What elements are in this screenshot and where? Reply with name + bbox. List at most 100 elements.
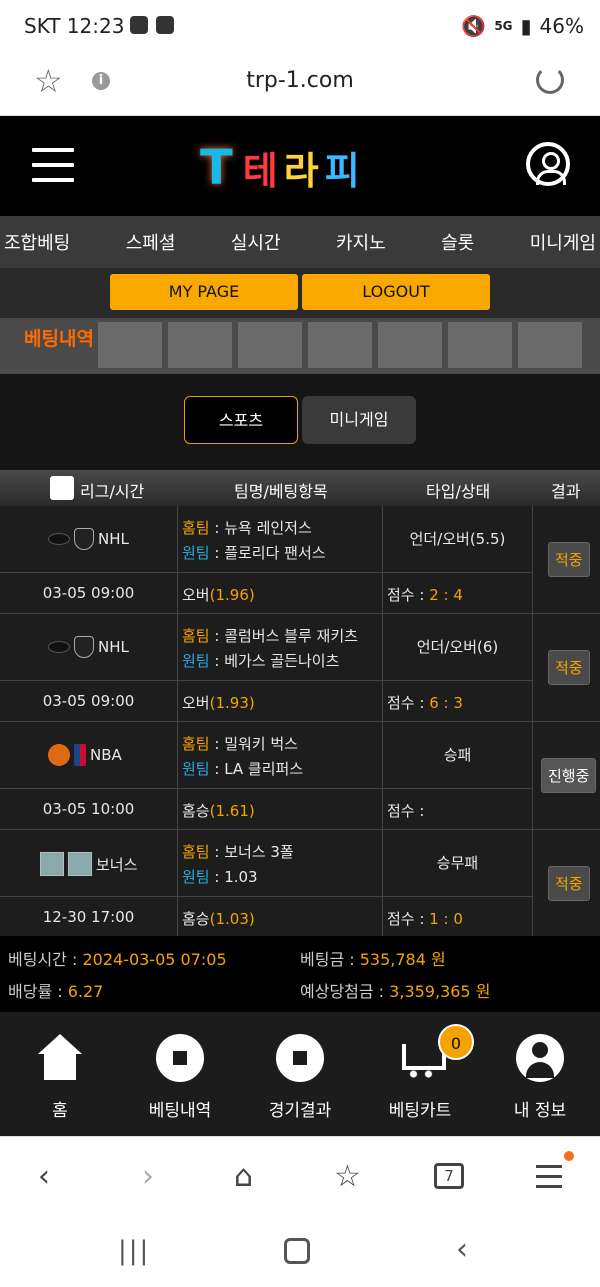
bet-pick: 오버 [182, 694, 210, 712]
tabs-icon[interactable]: 7 [434, 1163, 464, 1189]
nav-item-slot[interactable]: 슬롯 [441, 229, 474, 255]
header-team-bet: 팀명/베팅항목 [234, 482, 328, 501]
system-back-icon[interactable]: ‹ [456, 1232, 468, 1267]
back-icon[interactable]: ‹ [38, 1159, 50, 1194]
select-all-checkbox[interactable] [50, 476, 74, 500]
bet-type: 언더/오버(6) [416, 638, 499, 656]
game-time: 12-30 17:00 [42, 908, 135, 926]
browser-toolbar: ‹ › ⌂ ☆ 7 [0, 1136, 600, 1216]
mypage-button[interactable]: MY PAGE [110, 274, 298, 310]
result-badge: 적중 [548, 650, 590, 685]
score-value: 2 : 4 [429, 586, 463, 604]
notification-icons [130, 16, 174, 34]
soccer-ball-icon [156, 1034, 204, 1082]
bottom-nav-history[interactable]: 베팅내역 [120, 1026, 240, 1121]
cart-count-badge: 0 [438, 1024, 474, 1060]
bet-type: 승패 [443, 746, 472, 764]
bet-time-label: 베팅시간 : [8, 950, 78, 969]
nav-item-minigame[interactable]: 미니게임 [530, 229, 596, 255]
bottom-nav-myinfo-label: 내 정보 [513, 1101, 567, 1121]
logout-button[interactable]: LOGOUT [302, 274, 490, 310]
tabs-area: 스포츠 미니게임 [0, 374, 600, 470]
bookmarks-icon[interactable]: ☆ [334, 1159, 361, 1194]
bottom-nav-myinfo[interactable]: 내 정보 [480, 1026, 600, 1121]
site-logo[interactable]: T 테라피 [200, 140, 366, 195]
odds-label: 배당률 : [8, 982, 63, 1001]
recent-apps-icon[interactable]: ||| [118, 1236, 150, 1266]
bottom-nav-home-label: 홈 [52, 1101, 68, 1121]
notification-dot-icon [564, 1151, 574, 1161]
reload-icon[interactable] [536, 66, 564, 94]
hamburger-menu-icon[interactable] [32, 148, 74, 182]
nav-item-live[interactable]: 실시간 [231, 229, 281, 255]
forward-icon[interactable]: › [142, 1159, 154, 1194]
network-label: 5G [494, 19, 513, 33]
basketball-icon [48, 744, 70, 766]
bottom-nav-results[interactable]: 경기결과 [240, 1026, 360, 1121]
tab-sports[interactable]: 스포츠 [184, 396, 298, 444]
league-name: NHL [98, 638, 129, 656]
signal-icon: ▮ [520, 14, 532, 38]
bottom-nav: 홈 베팅내역 경기결과 베팅카트 내 정보 [0, 1012, 600, 1136]
away-team: 베가스 골든나이츠 [224, 652, 340, 670]
hockey-puck-icon [48, 641, 70, 653]
away-label: 원팀 [182, 652, 210, 670]
game-time: 03-05 09:00 [42, 692, 135, 710]
bet-odds: (1.03) [209, 910, 255, 928]
bet-amount-value: 535,784 원 [359, 950, 446, 969]
bet-odds: (1.61) [209, 802, 255, 820]
bet-pick: 홈승 [182, 910, 210, 928]
nav-item-special[interactable]: 스페셜 [126, 229, 176, 255]
bet-amount-label: 베팅금 : [300, 950, 355, 969]
home-label: 홈팀 [182, 735, 210, 753]
nhl-logo-icon [74, 636, 94, 658]
bet-odds: (1.96) [209, 586, 255, 604]
home-label: 홈팀 [182, 519, 210, 537]
table-row: NBA 03-05 10:00 홈팀 : 밀워키 벅스 원팀 : LA 클리퍼스… [0, 722, 600, 830]
score-label: 점수 : [387, 586, 425, 604]
browser-url-bar: ☆ i trp-1.com [0, 52, 600, 116]
home-team: 보너스 3폴 [224, 843, 294, 861]
table-row: NHL 03-05 09:00 홈팀 : 콜럼버스 블루 재키츠 원팀 : 베가… [0, 614, 600, 722]
game-time: 03-05 09:00 [42, 584, 135, 602]
away-team: 플로리다 팬서스 [224, 544, 326, 562]
nhl-logo-icon [74, 528, 94, 550]
broken-image-icon [40, 852, 64, 876]
page-title: 베팅내역 [24, 328, 94, 350]
home-team: 콜럼버스 블루 재키츠 [224, 627, 358, 645]
system-home-icon[interactable] [284, 1238, 310, 1264]
away-label: 원팀 [182, 544, 210, 562]
expected-label: 예상당첨금 : [300, 982, 385, 1001]
game-time: 03-05 10:00 [42, 800, 135, 818]
account-buttons: MY PAGE LOGOUT [0, 268, 600, 318]
bottom-nav-history-label: 베팅내역 [148, 1101, 212, 1121]
expected-value: 3,359,365 원 [389, 982, 491, 1001]
nav-item-casino[interactable]: 카지노 [336, 229, 386, 255]
tab-minigame[interactable]: 미니게임 [302, 396, 416, 444]
bet-summary: 베팅시간 : 2024-03-05 07:05 베팅금 : 535,784 원 … [0, 936, 600, 1012]
bottom-nav-home[interactable]: 홈 [0, 1026, 120, 1121]
bet-time-value: 2024-03-05 07:05 [82, 950, 227, 969]
system-nav: ||| ‹ [0, 1216, 600, 1287]
status-bar: SKT 12:23 🔇 5G ▮ 46% [0, 0, 600, 52]
broken-image-icon [68, 852, 92, 876]
home-browser-icon[interactable]: ⌂ [234, 1159, 253, 1194]
battery-label: 46% [539, 14, 584, 38]
logo-text: 테라피 [242, 149, 366, 193]
talk-icon [130, 16, 148, 34]
soccer-ball-icon [276, 1034, 324, 1082]
nav-item-combo[interactable]: 조합베팅 [4, 229, 70, 255]
result-badge: 적중 [548, 866, 590, 901]
bet-pick: 오버 [182, 586, 210, 604]
site-header: T 테라피 [0, 116, 600, 216]
user-account-icon[interactable] [526, 142, 570, 186]
url-text[interactable]: trp-1.com [0, 68, 600, 93]
person-icon [516, 1034, 564, 1082]
cart-icon [396, 1034, 446, 1082]
home-team: 뉴욕 레인저스 [224, 519, 312, 537]
odds-value: 6.27 [67, 982, 104, 1001]
table-header: 리그/시간 팀명/베팅항목 타입/상태 결과 [0, 470, 600, 506]
away-team: LA 클리퍼스 [224, 760, 304, 778]
main-nav: 조합베팅 스페셜 실시간 카지노 슬롯 미니게임 [0, 216, 600, 268]
menu-icon[interactable] [536, 1165, 562, 1195]
